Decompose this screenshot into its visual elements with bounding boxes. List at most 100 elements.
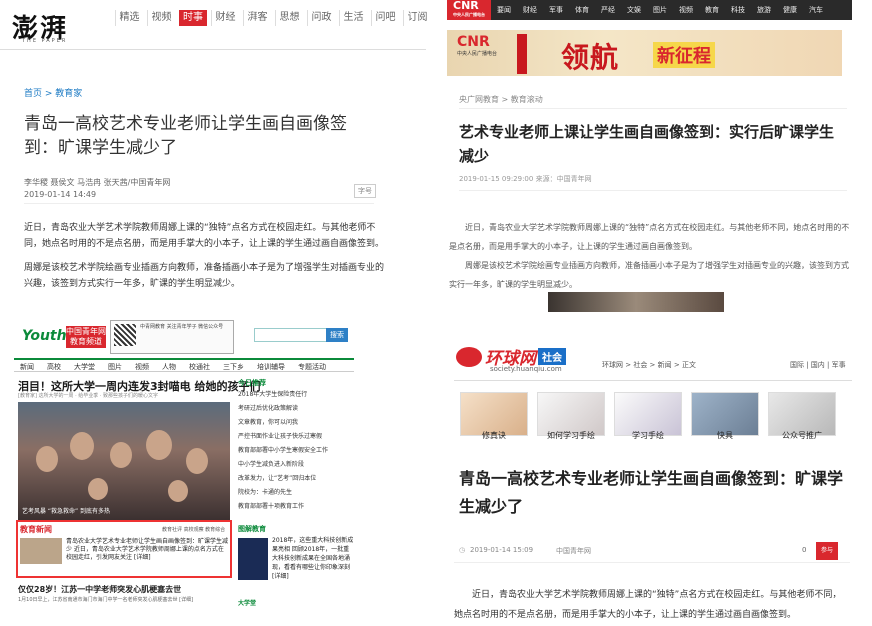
- edu-news-more: 教育社评 高校观察 教育综合: [162, 527, 226, 533]
- huanqiu-right-links[interactable]: 国际 | 国内 | 军事: [790, 360, 846, 370]
- banner-logo: CNR: [457, 34, 490, 50]
- article-paragraph: 周娜是该校艺术学院绘画专业插画方向教师，准备插画小本子是为了增强学生对插画专业的…: [24, 263, 385, 289]
- youth-nav-item: 校通社: [189, 363, 210, 371]
- font-size-button[interactable]: 字号: [354, 184, 376, 198]
- article-title: 青岛一高校艺术专业老师让学生画自画像签到：旷课学生减少了: [24, 114, 347, 158]
- huanqiu-source: 中国青年网: [556, 547, 591, 555]
- divider: [24, 203, 374, 204]
- cnr-nav-item[interactable]: 图片: [653, 5, 667, 15]
- nav-item[interactable]: 精选: [115, 10, 143, 26]
- edu-article: 青岛农业大学艺术专业老师让学生画自画像签到：旷课学生减少 近日，青岛农业大学艺术…: [66, 538, 229, 561]
- bottom-headline: 仅仅28岁！江苏一中学老师突发心肌梗塞去世: [18, 585, 182, 594]
- youth-nav-item: 图片: [108, 363, 122, 371]
- youth-badge: 中国青年网 教育频道: [66, 326, 106, 348]
- side-list-item: 2018年大学生保险责任行: [238, 391, 308, 398]
- youth-subline: [教育家] 这所大学的一周 · 给毕业季 · 致那些孩子们的暖心文字: [18, 393, 159, 399]
- youth-nav-item: 视频: [135, 363, 149, 371]
- card-caption[interactable]: 快具: [690, 430, 760, 441]
- side2-title: 图解教育: [238, 525, 266, 533]
- cnr-nav-item[interactable]: 视频: [679, 5, 693, 15]
- nav-item[interactable]: 问吧: [371, 10, 399, 26]
- edu-news-title: 教育新闻: [20, 525, 52, 534]
- cnr-breadcrumb[interactable]: 央广网教育 > 教育滚动: [459, 94, 543, 105]
- huanqiu-paragraph: 近日，青岛农业大学艺术学院教师周娜上课的“独特”点名方式在校园走红。与其他老师不…: [454, 590, 842, 620]
- card-caption[interactable]: 公众号推广: [767, 430, 837, 441]
- card-caption[interactable]: 如何学习手绘: [536, 430, 606, 441]
- nav-item[interactable]: 思想: [275, 10, 303, 26]
- card-caption[interactable]: 学习手绘: [613, 430, 683, 441]
- bottom-subline: 1月10日早上，江苏省南通市海门市海门中学一名老师突发心肌梗塞去世 [详细]: [18, 597, 194, 603]
- side3-title: 大学堂: [238, 600, 257, 607]
- youth-nav-item: 高校: [47, 363, 61, 371]
- search-button: 搜索: [326, 328, 348, 342]
- cnr-topbar: CNR 中央人民广播电台 要闻 财经 军事 体育 严经 文娱 图片 视频 教育 科技 旅游 健康 汽车: [447, 0, 852, 20]
- cnr-paragraph: 近日，青岛农业大学艺术学院教师周娜上课的“独特”点名方式在校园走红。与其他老师不…: [449, 223, 850, 251]
- banner-text-1: 领航: [561, 41, 620, 74]
- cnr-nav-item[interactable]: 体育: [575, 5, 589, 15]
- cnr-nav-item[interactable]: 要闻: [497, 5, 511, 15]
- cnr-banner[interactable]: CNR 中央人民广播电台 领航 新征程: [447, 30, 842, 76]
- thepaper-logo-sub: THE PAPER: [22, 38, 68, 44]
- book-cover: [238, 538, 268, 580]
- nav-item[interactable]: 生活: [339, 10, 367, 26]
- clock-icon: ◷: [459, 546, 466, 554]
- huanqiu-url: society.huanqiu.com: [490, 365, 562, 373]
- nav-item[interactable]: 湃客: [243, 10, 271, 26]
- cnr-nav: 要闻 财经 军事 体育 严经 文娱 图片 视频 教育 科技 旅游 健康 汽车: [491, 5, 829, 15]
- photo-caption: 艺考风暴 “救急救命” 到底有多热: [22, 508, 111, 515]
- globe-icon: [456, 346, 482, 367]
- card-caption[interactable]: 修真诀: [459, 430, 529, 441]
- side-title: 今日推荐: [238, 379, 266, 387]
- nav-item[interactable]: 订阅: [403, 10, 431, 26]
- nav-item[interactable]: 财经: [211, 10, 239, 26]
- article-date: 2019-01-14 14:49: [24, 190, 97, 199]
- cnr-nav-item[interactable]: 严经: [601, 5, 615, 15]
- breadcrumb[interactable]: 首页 > 教育家: [24, 86, 82, 99]
- article-paragraph: 近日，青岛农业大学艺术学院教师周娜上课的“独特”点名方式在校园走红。与其他老师不…: [24, 223, 385, 249]
- cnr-nav-item[interactable]: 旅游: [757, 5, 771, 15]
- cnr-article-meta: 2019-01-15 09:29:00 来源：中国青年网: [459, 175, 592, 183]
- cnr-nav-item[interactable]: 军事: [549, 5, 563, 15]
- cnr-nav-item[interactable]: 汽车: [809, 5, 823, 15]
- huanqiu-breadcrumb[interactable]: 环球网 > 社会 > 新闻 > 正文: [602, 360, 696, 370]
- divider: [454, 562, 850, 563]
- nav-item[interactable]: 视频: [147, 10, 175, 26]
- youth-nav-item: 专题活动: [298, 363, 326, 371]
- side-list-item: 教育部部署中小学生寒假安全工作: [238, 447, 329, 454]
- cnr-nav-item[interactable]: 健康: [783, 5, 797, 15]
- article-image: [548, 292, 724, 312]
- cnr-nav-item[interactable]: 文娱: [627, 5, 641, 15]
- embedded-youth-screenshot: Youth.cn 中国青年网 教育频道 中青网教育 关注青年学子 微信公众号 搜…: [14, 316, 354, 608]
- huanqiu-tag: 社会: [538, 348, 566, 365]
- side-list-item: 改革发力，让“艺考”回归本位: [238, 475, 317, 482]
- side-list-item: 严控书面作业让孩子快乐过寒假: [238, 433, 323, 440]
- crowd-photo: [18, 402, 230, 520]
- share-button[interactable]: 参与: [816, 542, 838, 560]
- huanqiu-date: 2019-01-14 15:09: [470, 546, 534, 554]
- book-text: 2018年，这些重大科技创新成果亮相 回顾2018年，一批重大科技创新成果在全国…: [272, 537, 354, 580]
- youth-nav-item: 新闻: [20, 363, 34, 371]
- youth-nav-item: 人物: [162, 363, 176, 371]
- nav-item[interactable]: 时事: [179, 10, 207, 26]
- divider: [454, 380, 852, 381]
- pillar-icon: [517, 34, 527, 74]
- banner-text-2: 新征程: [653, 42, 715, 68]
- youth-nav-item: 大学堂: [74, 363, 95, 371]
- comment-count: 0: [802, 546, 807, 554]
- side-list-item: 院校为：卡通的先生: [238, 489, 293, 496]
- cnr-nav-item[interactable]: 科技: [731, 5, 745, 15]
- wechat-text: 中青网教育 关注青年学子 微信公众号: [140, 324, 224, 330]
- cnr-paragraph: 周娜是该校艺术学院绘画专业插画方向教师，准备插画小本子是为了增强学生对插画专业的…: [449, 261, 849, 289]
- cnr-article-title: 艺术专业老师上课让学生画自画像签到：实行后旷课学生减少: [459, 123, 835, 165]
- side-list-item: 教育部部署十项教育工作: [238, 503, 305, 510]
- nav-item[interactable]: 问政: [307, 10, 335, 26]
- qr-code-icon: [114, 324, 136, 346]
- cnr-nav-item[interactable]: 教育: [705, 5, 719, 15]
- article-authors: 李华稷 聂侯文 马浩冉 张天茜/中国青年网: [24, 178, 171, 187]
- cnr-logo[interactable]: CNR 中央人民广播电台: [447, 0, 491, 20]
- huanqiu-article-title: 青岛一高校艺术专业老师让学生画自画像签到：旷课学生减少了: [459, 469, 844, 516]
- cnr-logo-sub: 中央人民广播电台: [453, 12, 485, 17]
- cnr-nav-item[interactable]: 财经: [523, 5, 537, 15]
- thepaper-nav: 精选 视频 时事 财经 湃客 思想 问政 生活 问吧 订阅: [115, 10, 435, 26]
- side-list-item: 考研过后优化政策解读: [238, 405, 299, 412]
